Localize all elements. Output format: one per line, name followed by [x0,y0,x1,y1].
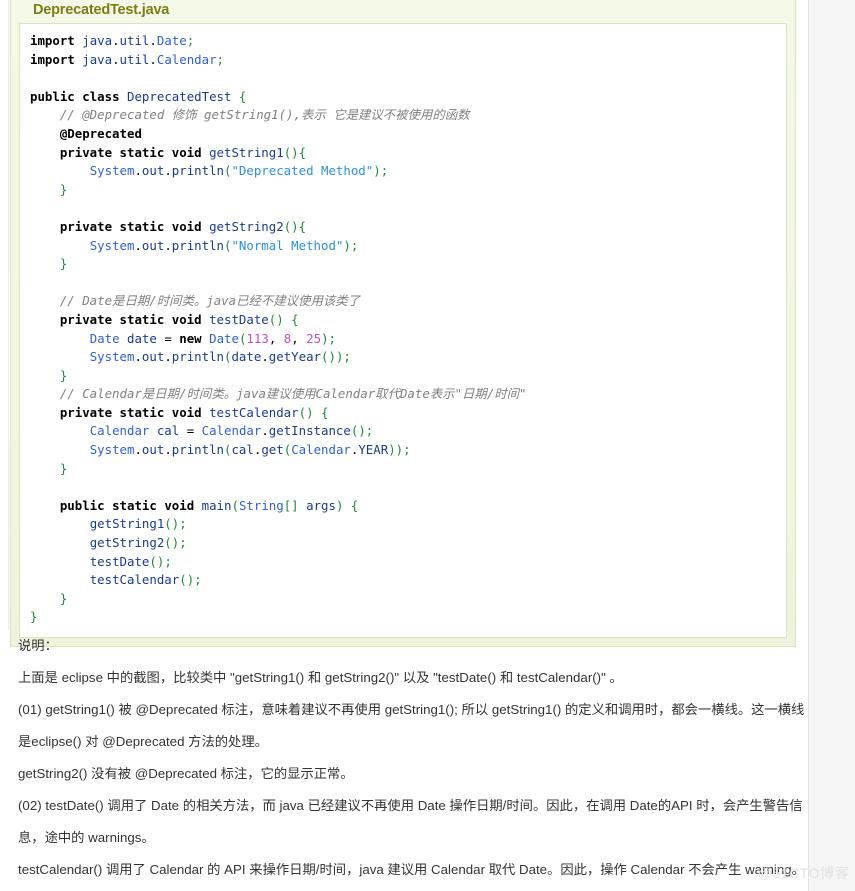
code-listing[interactable]: import java.util.Date; import java.util.… [30,32,776,627]
explanation-paragraph: testCalendar() 调用了 Calendar 的 API 来操作日期/… [18,862,805,877]
code-body[interactable]: import java.util.Date; import java.util.… [19,23,787,638]
explanation-paragraph: 2.2) @Inherited [10,886,800,891]
code-card: DeprecatedTest.java import java.util.Dat… [10,0,796,647]
explanation-section: 说明： 上面是 eclipse 中的截图，比较类中 "getString1() 和… [10,630,805,891]
right-gutter [808,0,855,891]
code-file-title: DeprecatedTest.java [33,2,170,18]
explanation-paragraph: 是eclipse() 对 @Deprecated 方法的处理。 [18,734,268,749]
explanation-paragraph: (02) testDate() 调用了 Date 的相关方法，而 java 已经… [18,798,803,813]
watermark-label: @51CTO博客 [757,865,849,881]
explanation-paragraph: 上面是 eclipse 中的截图，比较类中 "getString1() 和 ge… [18,670,623,685]
explanation-paragraph: getString2() 没有被 @Deprecated 标注，它的显示正常。 [18,766,354,781]
left-vertical-rule [8,0,9,630]
explanation-paragraph: 说明： [18,638,58,653]
explanation-paragraph: (01) getString1() 被 @Deprecated 标注，意味着建议… [18,702,805,717]
explanation-paragraph: 息，途中的 warnings。 [18,830,155,845]
page-root: DeprecatedTest.java import java.util.Dat… [0,0,855,891]
